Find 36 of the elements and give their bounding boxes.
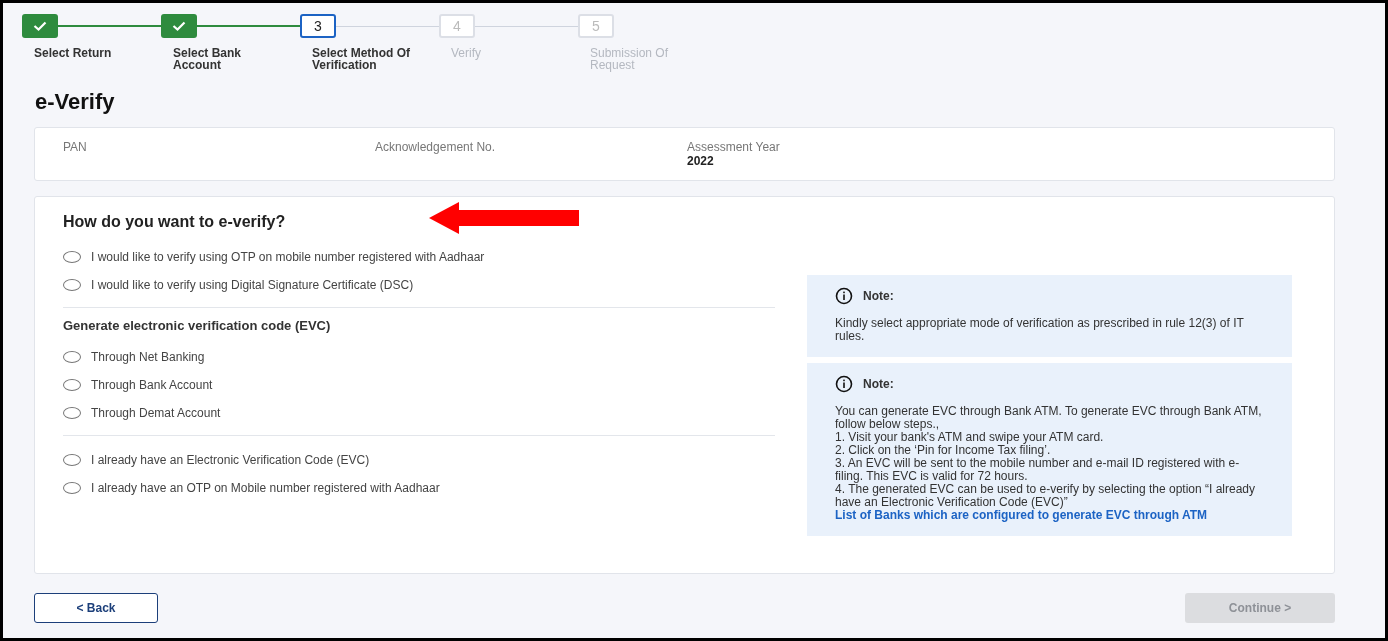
note-text: You can generate EVC through Bank ATM. To generate EVC through Bank ATM, follow below steps., xyxy=(835,405,1263,431)
info-icon xyxy=(835,375,853,393)
note-text: 3. An EVC will be sent to the mobile number and e-mail ID registered with e-filing. This EVC is valid for 72 hours. xyxy=(835,457,1241,483)
step-label: Select Bank Account xyxy=(173,47,243,71)
option-label[interactable]: Through Bank Account xyxy=(91,378,213,392)
field-label: Acknowledgement No. xyxy=(375,140,497,154)
banks-list-link[interactable]: List of Banks which are configured to generate EVC through ATM xyxy=(835,509,1264,522)
step-label: Submission Of Request xyxy=(590,47,670,71)
step-label: Select Method Of Verification xyxy=(312,47,411,71)
section-heading: Generate electronic verification code (EVC) xyxy=(63,318,332,333)
check-icon xyxy=(33,21,47,31)
field-label: Assessment Year xyxy=(687,140,781,154)
back-button[interactable]: < Back xyxy=(34,593,158,623)
check-icon xyxy=(172,21,186,31)
note-title: Note: xyxy=(863,289,894,303)
question-heading: How do you want to e-verify? xyxy=(63,213,286,231)
note-text: 4. The generated EVC can be used to e-verify by selecting the option “I already have an Electronic Verification Code (EVC)” xyxy=(835,483,1257,509)
step-label: Select Return xyxy=(34,47,113,59)
field-label: PAN xyxy=(63,140,88,154)
step-number: 4 xyxy=(439,14,475,38)
option-label[interactable]: I already have an Electronic Verification Code (EVC) xyxy=(91,453,370,467)
note-text: 2. Click on the ‘Pin for Income Tax filing’. xyxy=(835,444,1052,457)
step-label: Verify xyxy=(451,47,482,59)
option-label[interactable]: Through Net Banking xyxy=(91,350,205,364)
option-label[interactable]: I already have an OTP on Mobile number registered with Aadhaar xyxy=(91,481,440,495)
note-title: Note: xyxy=(863,377,894,391)
page-title: e-Verify xyxy=(35,89,116,115)
step-number: 5 xyxy=(578,14,614,38)
option-label[interactable]: Through Demat Account xyxy=(91,406,221,420)
note-text: Kindly select appropriate mode of verification as prescribed in rule 12(3) of IT rules. xyxy=(835,317,1245,343)
field-value: 2022 xyxy=(687,154,715,168)
option-label[interactable]: I would like to verify using Digital Signature Certificate (DSC) xyxy=(91,278,414,292)
note-text: 1. Visit your bank's ATM and swipe your ATM card. xyxy=(835,431,1105,444)
info-icon xyxy=(835,287,853,305)
step-number: 3 xyxy=(300,14,336,38)
option-label[interactable]: I would like to verify using OTP on mobile number registered with Aadhaar xyxy=(91,250,485,264)
